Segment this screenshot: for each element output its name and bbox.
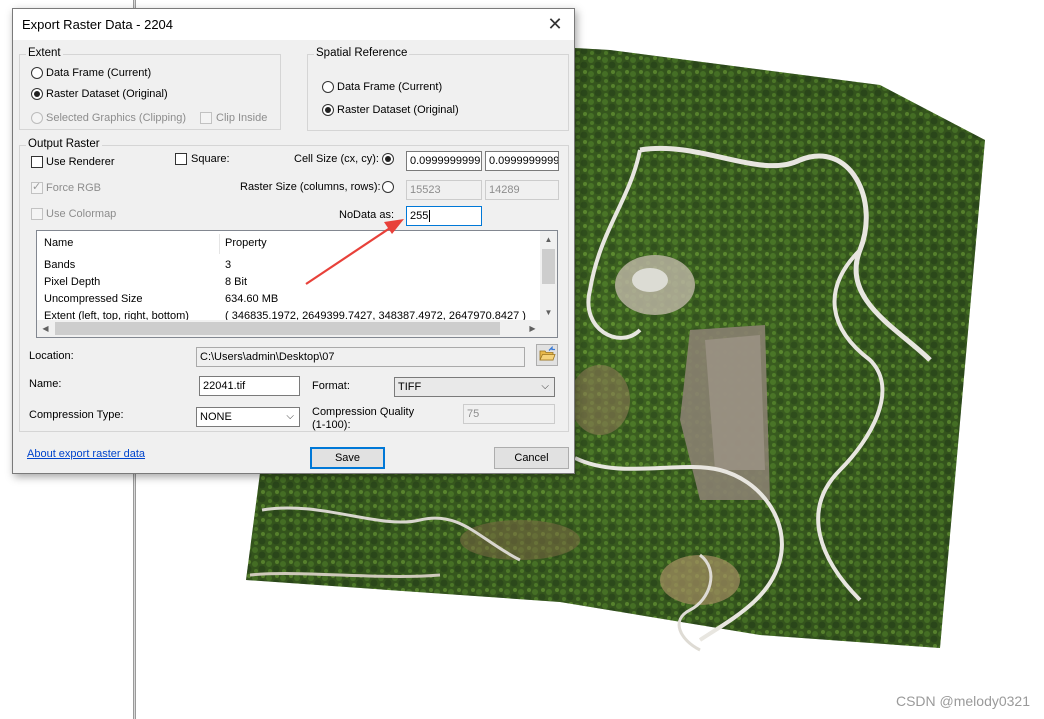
vertical-scrollbar[interactable]: ▲ ▼ bbox=[540, 231, 557, 321]
raster-size-label: Raster Size (columns, rows): bbox=[240, 181, 381, 193]
compression-quality-input[interactable]: 75 bbox=[463, 404, 555, 424]
name-input[interactable]: 22041.tif bbox=[199, 376, 300, 396]
extent-group: Extent Data Frame (Current) Raster Datas… bbox=[19, 47, 281, 130]
spatial-reference-group: Spatial Reference Data Frame (Current) R… bbox=[307, 47, 569, 131]
name-label: Name: bbox=[29, 378, 62, 390]
export-raster-dialog: Export Raster Data - 2204 ✕ Extent Data … bbox=[12, 8, 575, 474]
compression-quality-range-label: (1-100): bbox=[312, 419, 351, 431]
cell-size-label: Cell Size (cx, cy): bbox=[294, 153, 379, 165]
row-value: 8 Bit bbox=[225, 276, 248, 288]
scroll-left-icon[interactable]: ◀ bbox=[37, 320, 54, 337]
format-label: Format: bbox=[312, 380, 350, 392]
table-row[interactable]: Pixel Depth 8 Bit bbox=[37, 276, 541, 293]
nodata-input[interactable]: 255 bbox=[406, 206, 482, 226]
use-colormap-label: Use Colormap bbox=[46, 208, 117, 220]
extent-selected-graphics-label: Selected Graphics (Clipping) bbox=[46, 112, 187, 124]
scrollbar-corner bbox=[540, 320, 557, 337]
compression-type-select[interactable]: NONE ⌵ bbox=[196, 407, 300, 427]
cancel-button[interactable]: Cancel bbox=[494, 447, 569, 469]
extent-data-frame-label: Data Frame (Current) bbox=[46, 67, 152, 79]
cell-size-cx-input[interactable]: 0.0999999999 bbox=[406, 151, 482, 171]
compression-type-label: Compression Type: bbox=[29, 409, 124, 421]
browse-folder-button[interactable] bbox=[536, 344, 558, 366]
nodata-label: NoData as: bbox=[339, 209, 395, 221]
location-label: Location: bbox=[29, 350, 74, 362]
title-bar[interactable]: Export Raster Data - 2204 ✕ bbox=[13, 9, 574, 40]
location-input[interactable]: C:\Users\admin\Desktop\07 bbox=[196, 347, 525, 367]
about-export-link[interactable]: About export raster data bbox=[27, 448, 145, 460]
save-button[interactable]: Save bbox=[310, 447, 385, 469]
horizontal-scroll-thumb[interactable] bbox=[55, 322, 500, 335]
use-renderer-checkbox[interactable] bbox=[31, 156, 43, 168]
row-name: Bands bbox=[44, 259, 76, 271]
cell-size-radio[interactable] bbox=[382, 153, 394, 165]
row-value: 634.60 MB bbox=[225, 293, 279, 305]
scroll-up-icon[interactable]: ▲ bbox=[540, 231, 557, 248]
compression-type-value: NONE bbox=[200, 411, 232, 423]
extent-raster-dataset-radio[interactable] bbox=[31, 88, 43, 100]
sr-raster-dataset-label: Raster Dataset (Original) bbox=[337, 104, 459, 116]
raster-properties-list[interactable]: Name Property Bands 3 Pixel Depth 8 Bit … bbox=[36, 230, 558, 338]
compression-quality-label: Compression Quality bbox=[312, 406, 415, 418]
row-name: Uncompressed Size bbox=[44, 293, 143, 305]
raster-size-radio[interactable] bbox=[382, 181, 394, 193]
nodata-value: 255 bbox=[410, 210, 429, 222]
extent-raster-dataset-label: Raster Dataset (Original) bbox=[46, 88, 168, 100]
chevron-down-icon: ⌵ bbox=[541, 381, 549, 392]
dialog-title: Export Raster Data - 2204 bbox=[22, 17, 174, 32]
chevron-down-icon: ⌵ bbox=[286, 411, 294, 422]
extent-data-frame-radio[interactable] bbox=[31, 67, 43, 79]
scroll-down-icon[interactable]: ▼ bbox=[540, 304, 557, 321]
sr-data-frame-radio[interactable] bbox=[322, 81, 334, 93]
square-label: Square: bbox=[191, 153, 230, 165]
extent-legend: Extent bbox=[26, 47, 63, 59]
close-icon[interactable]: ✕ bbox=[544, 13, 566, 35]
vertical-scroll-thumb[interactable] bbox=[542, 249, 555, 284]
clip-inside-label: Clip Inside bbox=[216, 112, 268, 124]
table-row[interactable]: Uncompressed Size 634.60 MB bbox=[37, 293, 541, 310]
col-header-name: Name bbox=[44, 237, 74, 249]
use-colormap-checkbox[interactable] bbox=[31, 208, 43, 220]
force-rgb-checkbox[interactable] bbox=[31, 180, 43, 194]
use-renderer-label: Use Renderer bbox=[46, 156, 115, 168]
column-separator bbox=[219, 234, 220, 254]
output-raster-legend: Output Raster bbox=[26, 138, 102, 150]
row-value: 3 bbox=[225, 259, 232, 271]
row-name: Pixel Depth bbox=[44, 276, 101, 288]
extent-selected-graphics-radio[interactable] bbox=[31, 112, 43, 124]
col-header-property: Property bbox=[225, 237, 267, 249]
spatial-reference-legend: Spatial Reference bbox=[314, 47, 410, 59]
scroll-right-icon[interactable]: ▶ bbox=[524, 320, 541, 337]
rows-input[interactable]: 14289 bbox=[485, 180, 559, 200]
clip-inside-checkbox[interactable] bbox=[200, 112, 212, 124]
force-rgb-label: Force RGB bbox=[46, 182, 102, 194]
sr-raster-dataset-radio[interactable] bbox=[322, 104, 334, 116]
text-caret bbox=[429, 210, 431, 223]
watermark: CSDN @melody0321 bbox=[895, 693, 1030, 709]
open-folder-icon bbox=[539, 345, 556, 361]
cell-size-cy-input[interactable]: 0.0999999999 bbox=[485, 151, 559, 171]
format-select[interactable]: TIFF ⌵ bbox=[394, 377, 555, 397]
format-value: TIFF bbox=[398, 381, 422, 393]
sr-data-frame-label: Data Frame (Current) bbox=[337, 81, 443, 93]
horizontal-scrollbar[interactable]: ◀ ▶ bbox=[37, 320, 541, 337]
table-row[interactable]: Bands 3 bbox=[37, 259, 541, 276]
square-checkbox[interactable] bbox=[175, 153, 187, 165]
columns-input[interactable]: 15523 bbox=[406, 180, 482, 200]
